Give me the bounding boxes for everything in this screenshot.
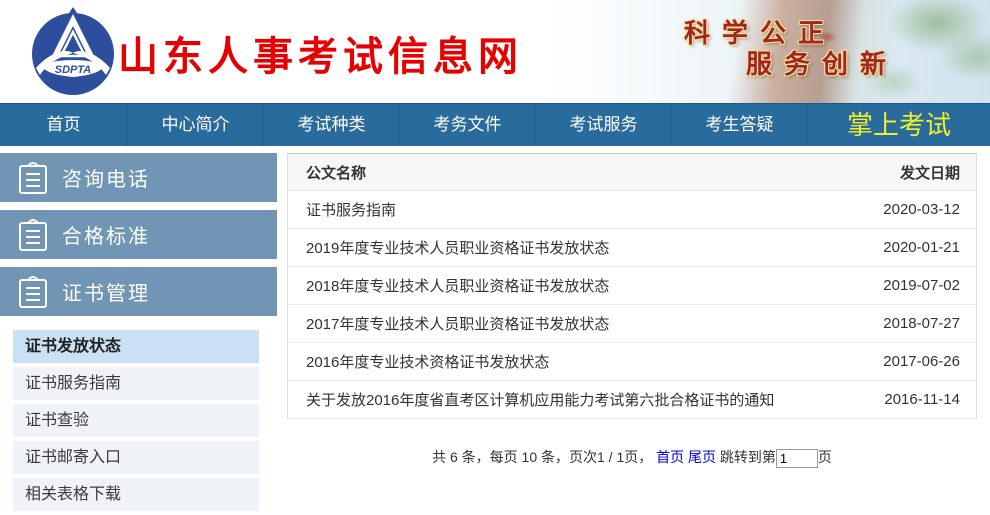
table-row: 2017年度专业技术人员职业资格证书发放状态 2018-07-27 bbox=[288, 305, 976, 343]
nav-item-candidate-qa[interactable]: 考生答疑 bbox=[672, 104, 808, 146]
sidebar: 咨询电话 合格标准 证书管理 证书发放状态 证书服务指南 证书查验 证书邮寄入口… bbox=[0, 153, 277, 515]
doc-date: 2016-11-14 bbox=[856, 391, 976, 408]
table-row: 关于发放2016年度省直考区计算机应用能力考试第六批合格证书的通知 2016-1… bbox=[288, 381, 976, 419]
last-page-link[interactable]: 尾页 bbox=[688, 449, 716, 465]
column-header-issue-date: 发文日期 bbox=[856, 162, 976, 183]
doc-link[interactable]: 2016年度专业技术资格证书发放状态 bbox=[288, 351, 856, 372]
table-header-row: 公文名称 发文日期 bbox=[288, 153, 976, 191]
doc-link[interactable]: 证书服务指南 bbox=[288, 199, 856, 220]
nav-item-home[interactable]: 首页 bbox=[0, 104, 128, 146]
document-table: 公文名称 发文日期 证书服务指南 2020-03-12 2019年度专业技术人员… bbox=[287, 153, 977, 419]
table-row: 2016年度专业技术资格证书发放状态 2017-06-26 bbox=[288, 343, 976, 381]
logo-text: SDPTA bbox=[55, 64, 92, 76]
doc-date: 2019-07-02 bbox=[856, 277, 976, 294]
submenu-item-forms-download[interactable]: 相关表格下载 bbox=[13, 478, 259, 511]
main-nav: 首页 中心简介 考试种类 考务文件 考试服务 考生答疑 掌上考试 bbox=[0, 103, 990, 146]
sdpta-logo-icon[interactable]: SDPTA bbox=[28, 6, 118, 96]
sidebar-section-consult-phone[interactable]: 咨询电话 bbox=[0, 153, 277, 202]
nav-item-mobile-exam[interactable]: 掌上考试 bbox=[808, 104, 990, 146]
doc-date: 2018-07-27 bbox=[856, 315, 976, 332]
submenu-item-cert-verification[interactable]: 证书查验 bbox=[13, 404, 259, 437]
sidebar-section-pass-standards[interactable]: 合格标准 bbox=[0, 210, 277, 259]
table-row: 2019年度专业技术人员职业资格证书发放状态 2020-01-21 bbox=[288, 229, 976, 267]
slogan-line-2: 服务创新 bbox=[746, 44, 898, 81]
clipboard-icon bbox=[18, 275, 48, 309]
table-row: 2018年度专业技术人员职业资格证书发放状态 2019-07-02 bbox=[288, 267, 976, 305]
doc-link[interactable]: 关于发放2016年度省直考区计算机应用能力考试第六批合格证书的通知 bbox=[288, 389, 856, 410]
clipboard-icon bbox=[18, 161, 48, 195]
nav-item-exam-documents[interactable]: 考务文件 bbox=[400, 104, 536, 146]
page-jump-input[interactable] bbox=[776, 449, 818, 468]
first-page-link[interactable]: 首页 bbox=[656, 449, 684, 465]
pagination-summary: 共 6 条，每页 10 条，页次1 / 1页， bbox=[432, 449, 652, 465]
certificate-submenu: 证书发放状态 证书服务指南 证书查验 证书邮寄入口 相关表格下载 bbox=[13, 330, 259, 511]
doc-link[interactable]: 2019年度专业技术人员职业资格证书发放状态 bbox=[288, 237, 856, 258]
doc-link[interactable]: 2018年度专业技术人员职业资格证书发放状态 bbox=[288, 275, 856, 296]
sidebar-section-certificate-mgmt[interactable]: 证书管理 bbox=[0, 267, 277, 316]
pagination: 共 6 条，每页 10 条，页次1 / 1页， 首页 尾页 跳转到第 页 bbox=[287, 447, 977, 468]
doc-link[interactable]: 2017年度专业技术人员职业资格证书发放状态 bbox=[288, 313, 856, 334]
submenu-item-cert-mailing-entry[interactable]: 证书邮寄入口 bbox=[13, 441, 259, 474]
doc-date: 2020-03-12 bbox=[856, 201, 976, 218]
site-title: 山东人事考试信息网 bbox=[118, 24, 523, 82]
doc-date: 2017-06-26 bbox=[856, 353, 976, 370]
sidebar-section-label: 证书管理 bbox=[62, 277, 150, 306]
main-content: 公文名称 发文日期 证书服务指南 2020-03-12 2019年度专业技术人员… bbox=[287, 153, 977, 468]
doc-date: 2020-01-21 bbox=[856, 239, 976, 256]
nav-item-center-intro[interactable]: 中心简介 bbox=[128, 104, 264, 146]
site-header: SDPTA 山东人事考试信息网 科学公正 服务创新 bbox=[0, 0, 990, 103]
column-header-doc-name: 公文名称 bbox=[288, 162, 856, 183]
sidebar-section-label: 合格标准 bbox=[62, 220, 150, 249]
submenu-item-cert-service-guide[interactable]: 证书服务指南 bbox=[13, 367, 259, 400]
submenu-item-cert-issuance-status[interactable]: 证书发放状态 bbox=[13, 330, 259, 363]
clipboard-icon bbox=[18, 218, 48, 252]
jump-prefix-label: 跳转到第 bbox=[720, 449, 776, 465]
table-row: 证书服务指南 2020-03-12 bbox=[288, 191, 976, 229]
sidebar-section-label: 咨询电话 bbox=[62, 163, 150, 192]
nav-item-exam-types[interactable]: 考试种类 bbox=[264, 104, 400, 146]
jump-suffix-label: 页 bbox=[818, 449, 832, 465]
nav-item-exam-services[interactable]: 考试服务 bbox=[536, 104, 672, 146]
